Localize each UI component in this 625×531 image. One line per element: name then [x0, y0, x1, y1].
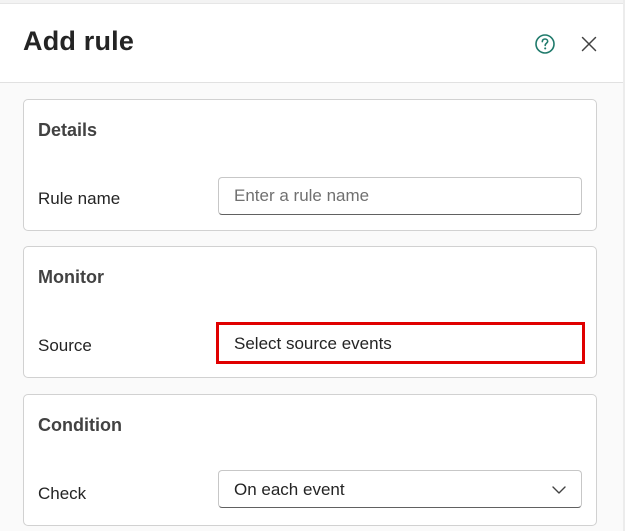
close-icon [581, 36, 597, 52]
condition-title: Condition [38, 415, 122, 435]
dialog-title: Add rule [23, 26, 135, 56]
check-label: Check [38, 484, 87, 503]
close-button[interactable] [578, 33, 600, 55]
monitor-title: Monitor [38, 267, 104, 287]
rule-name-input[interactable] [218, 177, 582, 215]
source-selector[interactable]: Select source events [216, 322, 585, 364]
condition-section: Condition Check On each event [23, 394, 597, 526]
rule-name-label: Rule name [38, 189, 121, 208]
dialog-body: Details Rule name Monitor Source Select … [0, 83, 623, 531]
details-section: Details Rule name [23, 99, 597, 231]
source-selector-text: Select source events [234, 334, 392, 353]
dialog-header: Add rule [0, 4, 623, 83]
help-button[interactable] [534, 33, 556, 55]
details-title: Details [38, 120, 98, 140]
help-circle-icon [535, 34, 555, 54]
monitor-section: Monitor Source Select source events [23, 246, 597, 378]
check-dropdown[interactable]: On each event [218, 470, 582, 508]
chevron-down-icon [552, 486, 566, 494]
check-dropdown-value: On each event [234, 480, 345, 499]
source-label: Source [38, 336, 92, 355]
